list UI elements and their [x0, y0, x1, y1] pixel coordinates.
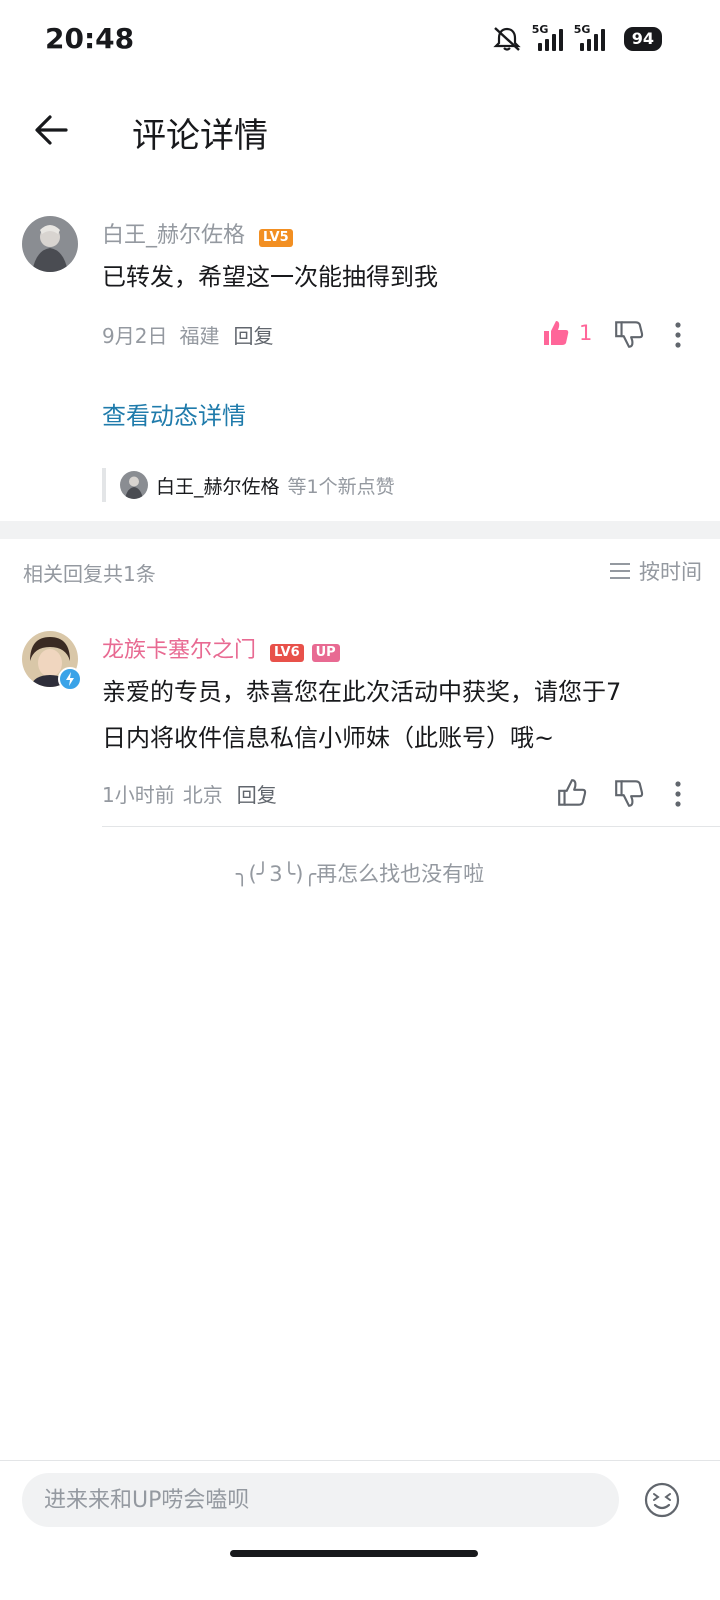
home-indicator[interactable]	[230, 1550, 478, 1557]
username[interactable]: 白王_赫尔佐格	[102, 223, 245, 248]
comment-input-container[interactable]	[22, 1473, 619, 1527]
signal-icon: 5G	[532, 23, 564, 51]
more-vertical-icon	[675, 781, 681, 807]
up-badge: UP	[311, 643, 340, 662]
like-button[interactable]	[556, 777, 590, 811]
reply-button[interactable]: 回复	[237, 779, 277, 808]
comment-location: 福建	[179, 324, 220, 348]
end-of-list-text: ╮(╯3╰)╭再怎么找也没有啦	[235, 862, 485, 886]
thumb-down-icon	[615, 321, 644, 348]
comment-author-row: 白王_赫尔佐格 LV5	[102, 217, 293, 249]
reply-count: 相关回复共1条	[23, 562, 156, 586]
thumb-up-filled-icon	[544, 321, 569, 345]
reply-text: 亲爱的专员，恭喜您在此次活动中获奖，请您于7 日内将收件信息私信小师妹（此账号）…	[102, 669, 621, 761]
thumb-down-icon	[615, 780, 644, 807]
comment-meta: 9月2日 福建 回复	[102, 320, 273, 349]
signal-icon: 5G	[574, 23, 610, 51]
status-icons: 5G 5G 94	[492, 23, 662, 54]
reply-button[interactable]: 回复	[233, 320, 273, 349]
reply-text-line: 亲爱的专员，恭喜您在此次活动中获奖，请您于7	[102, 678, 622, 706]
sort-lines-icon	[610, 563, 630, 579]
network-label: 5G	[531, 23, 549, 36]
like-button[interactable]: 1	[541, 318, 592, 348]
comment-input[interactable]	[22, 1473, 619, 1527]
reply-text-line: 日内将收件信息私信小师妹（此账号）哦~	[102, 724, 555, 752]
more-button[interactable]	[672, 320, 684, 354]
more-vertical-icon	[675, 322, 681, 348]
avatar	[120, 471, 148, 499]
view-post-link[interactable]: 查看动态详情	[102, 396, 246, 431]
sort-button[interactable]: 按时间	[609, 556, 702, 586]
sort-label: 按时间	[639, 560, 702, 584]
avatar[interactable]	[22, 216, 78, 272]
page-title: 评论详情	[132, 116, 268, 156]
avatar-image	[120, 471, 148, 499]
reply-location: 北京	[182, 783, 223, 807]
reply-time: 1小时前	[102, 783, 175, 807]
divider	[102, 826, 720, 827]
level-badge: LV5	[259, 228, 293, 247]
likes-suffix: 等1个新点赞	[287, 475, 395, 498]
like-count: 1	[579, 321, 593, 345]
more-button[interactable]	[672, 779, 684, 813]
username[interactable]: 龙族卡塞尔之门	[102, 638, 256, 663]
divider	[0, 1460, 720, 1461]
section-divider	[0, 521, 720, 539]
mute-bell-icon	[493, 27, 521, 51]
dislike-button[interactable]	[613, 777, 647, 811]
level-badge: LV6	[270, 643, 304, 662]
status-time: 20:48	[45, 22, 135, 55]
avatar-image	[22, 216, 78, 272]
emoji-icon	[644, 1482, 680, 1518]
arrow-left-icon	[35, 115, 68, 145]
network-label: 5G	[573, 23, 591, 36]
emoji-button[interactable]	[643, 1481, 681, 1519]
likes-username: 白王_赫尔佐格	[156, 475, 280, 498]
verified-icon	[58, 667, 82, 691]
reply-author-row: 龙族卡塞尔之门 LV6 UP	[102, 632, 340, 664]
comment-date: 9月2日	[102, 324, 168, 348]
dislike-button[interactable]	[613, 318, 647, 352]
thumb-up-icon	[558, 779, 587, 806]
battery-indicator: 94	[623, 27, 662, 51]
new-likes-row[interactable]: 白王_赫尔佐格 等1个新点赞	[102, 468, 395, 502]
back-button[interactable]	[30, 108, 74, 152]
comment-text: 已转发，希望这一次能抽得到我	[102, 263, 438, 291]
reply-meta: 1小时前 北京 回复	[102, 779, 277, 808]
